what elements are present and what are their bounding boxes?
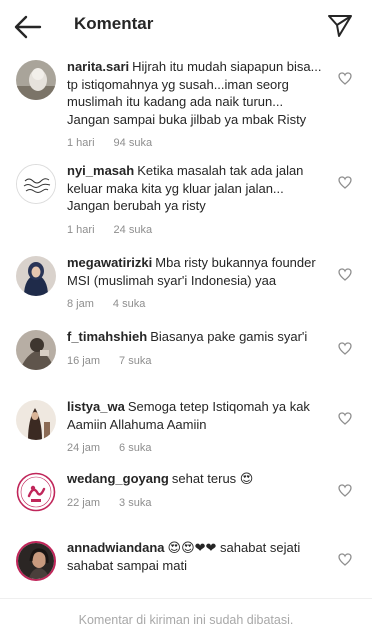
comment-body: annadwiandana 😍😍❤❤ sahabat sejati sahabat… — [67, 539, 324, 581]
profile-photo-icon — [16, 330, 56, 370]
profile-photo-icon — [18, 543, 54, 579]
heart-icon — [338, 412, 352, 425]
like-button[interactable] — [338, 342, 352, 355]
comment-item: narita.sari Hijrah itu mudah siapapun bis… — [0, 58, 372, 149]
comment-likes[interactable]: 7 suka — [119, 355, 151, 367]
like-button[interactable] — [338, 412, 352, 425]
comment-text: megawatirizki Mba risty bukannya founder … — [67, 254, 324, 289]
comment-meta: 24 jam 6 suka — [67, 442, 324, 454]
comment-username[interactable]: megawatirizki — [67, 255, 152, 270]
avatar[interactable] — [16, 330, 56, 370]
avatar[interactable] — [16, 400, 56, 440]
comment-time: 24 jam — [67, 442, 101, 454]
comment-item: megawatirizki Mba risty bukannya founder … — [0, 254, 372, 310]
comment-text: listya_wa Semoga tetep Istiqomah ya kak A… — [67, 398, 324, 433]
comment-meta: 1 hari 94 suka — [67, 137, 324, 149]
comment-username[interactable]: listya_wa — [67, 399, 125, 414]
wedang-goyang-logo-icon — [16, 472, 56, 512]
heart-icon — [338, 553, 352, 566]
paper-plane-icon — [328, 15, 352, 37]
avatar[interactable] — [16, 164, 56, 204]
comment-username[interactable]: f_timahshieh — [67, 329, 147, 344]
comment-text: narita.sari Hijrah itu mudah siapapun bis… — [67, 58, 324, 128]
like-button[interactable] — [338, 72, 352, 85]
comment-text: annadwiandana 😍😍❤❤ sahabat sejati sahabat… — [67, 539, 324, 574]
heart-icon — [338, 176, 352, 189]
avatar[interactable] — [16, 472, 56, 512]
comment-time: 16 jam — [67, 354, 101, 367]
back-button[interactable] — [14, 14, 42, 40]
comment-body: listya_wa Semoga tetep Istiqomah ya kak A… — [67, 398, 324, 454]
comment-meta: 22 jam 3 suka — [67, 497, 324, 509]
comments-limited-notice: Komentar di kiriman ini sudah dibatasi. — [78, 612, 294, 627]
comment-text: nyi_masah Ketika masalah tak ada jalan ke… — [67, 162, 324, 215]
comment-item: wedang_goyang sehat terus 😍 22 jam 3 suka — [0, 470, 372, 512]
comment-content: sehat terus 😍 — [171, 471, 254, 486]
page-title: Komentar — [74, 14, 154, 33]
profile-photo-icon — [16, 256, 56, 296]
share-button[interactable] — [326, 12, 354, 40]
comment-time: 8 jam — [67, 298, 94, 310]
comment-body: narita.sari Hijrah itu mudah siapapun bis… — [67, 58, 324, 149]
heart-icon — [338, 72, 352, 85]
comment-body: megawatirizki Mba risty bukannya founder … — [67, 254, 324, 310]
comment-likes[interactable]: 24 suka — [114, 224, 153, 236]
profile-photo-icon — [16, 400, 56, 440]
comment-item: nyi_masah Ketika masalah tak ada jalan ke… — [0, 162, 372, 236]
avatar[interactable] — [16, 60, 56, 100]
avatar[interactable] — [16, 256, 56, 296]
profile-photo-icon — [16, 60, 56, 100]
like-button[interactable] — [338, 553, 352, 566]
comment-username[interactable]: narita.sari — [67, 59, 129, 74]
heart-icon — [338, 268, 352, 281]
comment-time: 1 hari — [67, 137, 95, 149]
comments-limited-footer: Komentar di kiriman ini sudah dibatasi. — [0, 598, 372, 640]
comment-body: nyi_masah Ketika masalah tak ada jalan ke… — [67, 162, 324, 236]
comment-username[interactable]: nyi_masah — [67, 163, 134, 178]
comment-likes[interactable]: 4 suka — [113, 298, 145, 310]
comment-item: f_timahshieh Biasanya pake gamis syar'i 1… — [0, 328, 372, 370]
comment-meta: 8 jam 4 suka — [67, 298, 324, 310]
comment-username[interactable]: wedang_goyang — [67, 471, 169, 486]
avatar[interactable] — [16, 541, 56, 581]
comment-meta: 1 hari 24 suka — [67, 224, 324, 236]
comment-text: f_timahshieh Biasanya pake gamis syar'i — [67, 328, 324, 346]
heart-icon — [338, 484, 352, 497]
like-button[interactable] — [338, 268, 352, 281]
heart-icon — [338, 342, 352, 355]
like-button[interactable] — [338, 176, 352, 189]
comment-likes[interactable]: 3 suka — [119, 497, 151, 509]
calligraphy-avatar-icon — [17, 165, 55, 203]
like-button[interactable] — [338, 484, 352, 497]
comment-text: wedang_goyang sehat terus 😍 — [67, 470, 324, 488]
comment-time: 22 jam — [67, 496, 101, 509]
arrow-left-icon — [14, 15, 42, 39]
comment-time: 1 hari — [67, 223, 95, 236]
comment-meta: 16 jam 7 suka — [67, 355, 324, 367]
comment-item: annadwiandana 😍😍❤❤ sahabat sejati sahabat… — [0, 539, 372, 581]
comment-username[interactable]: annadwiandana — [67, 540, 165, 555]
comment-body: wedang_goyang sehat terus 😍 22 jam 3 suka — [67, 470, 324, 512]
top-bar: Komentar — [0, 0, 372, 52]
comment-likes[interactable]: 94 suka — [114, 137, 153, 149]
comment-item: listya_wa Semoga tetep Istiqomah ya kak A… — [0, 398, 372, 454]
comment-content: Biasanya pake gamis syar'i — [150, 329, 308, 344]
comment-body: f_timahshieh Biasanya pake gamis syar'i 1… — [67, 328, 324, 370]
comment-likes[interactable]: 6 suka — [119, 442, 151, 454]
